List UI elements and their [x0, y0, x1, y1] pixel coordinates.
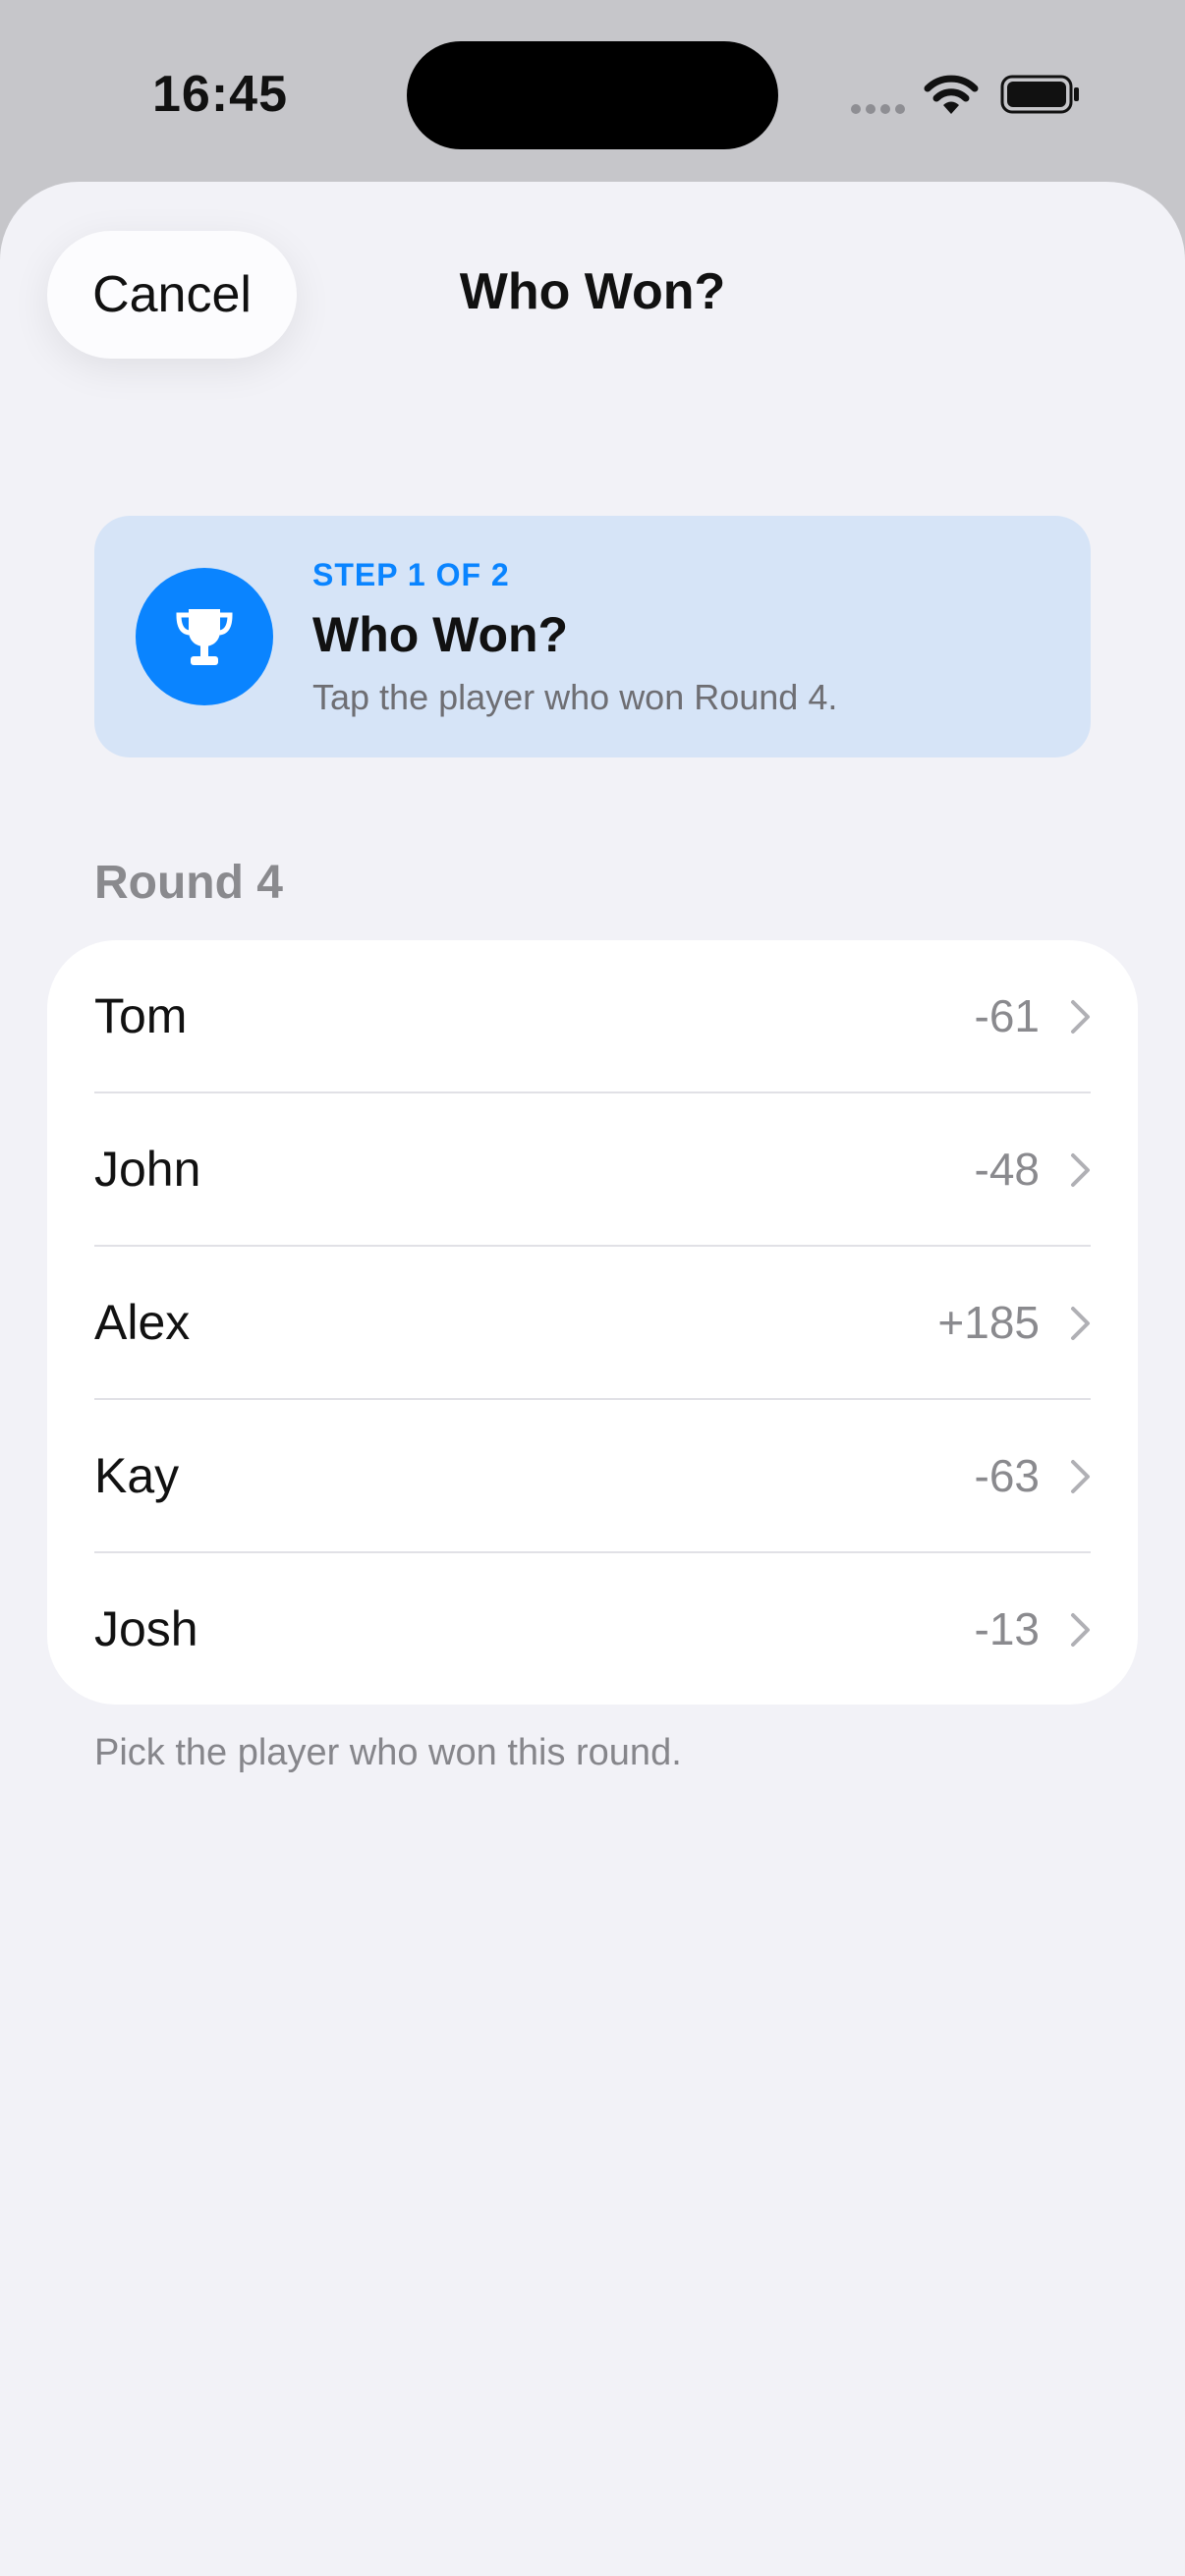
section-header: Round 4 — [94, 857, 283, 909]
chevron-right-icon — [1071, 1460, 1090, 1493]
player-score: -48 — [974, 1144, 1040, 1195]
step-card: STEP 1 OF 2 Who Won? Tap the player who … — [94, 516, 1091, 757]
player-row-josh[interactable]: Josh -13 — [47, 1553, 1138, 1705]
battery-icon — [1000, 75, 1079, 114]
player-row-john[interactable]: John -48 — [47, 1093, 1138, 1247]
player-name: John — [94, 1142, 201, 1197]
player-score: -13 — [974, 1603, 1040, 1654]
player-name: Kay — [94, 1448, 180, 1503]
chevron-right-icon — [1071, 1000, 1090, 1034]
cellular-signal-icon — [851, 104, 905, 114]
nav-title: Who Won? — [459, 263, 726, 320]
trophy-icon — [176, 609, 233, 665]
player-name: Josh — [94, 1601, 198, 1656]
status-bar: 16:45 — [0, 0, 1185, 187]
player-name: Tom — [94, 988, 188, 1043]
section-footer: Pick the player who won this round. — [94, 1732, 682, 1773]
player-score: -63 — [974, 1450, 1040, 1501]
player-score: +185 — [937, 1297, 1040, 1348]
player-list: Tom -61 John -48 Alex +185 Kay -63 Josh … — [47, 940, 1138, 1705]
modal-sheet: Cancel Who Won? STEP 1 OF 2 Who Won? Tap… — [0, 182, 1185, 2576]
player-row-kay[interactable]: Kay -63 — [47, 1400, 1138, 1553]
chevron-right-icon — [1071, 1153, 1090, 1187]
step-description: Tap the player who won Round 4. — [312, 677, 838, 717]
step-indicator: STEP 1 OF 2 — [312, 557, 510, 592]
status-time: 16:45 — [152, 66, 288, 123]
trophy-badge — [136, 568, 273, 705]
player-score: -61 — [974, 990, 1040, 1041]
player-row-alex[interactable]: Alex +185 — [47, 1247, 1138, 1400]
player-name: Alex — [94, 1295, 191, 1350]
chevron-right-icon — [1071, 1613, 1090, 1647]
step-title: Who Won? — [312, 607, 569, 662]
wifi-icon — [924, 75, 979, 114]
player-row-tom[interactable]: Tom -61 — [47, 940, 1138, 1093]
dynamic-island — [407, 41, 778, 149]
chevron-right-icon — [1071, 1307, 1090, 1340]
